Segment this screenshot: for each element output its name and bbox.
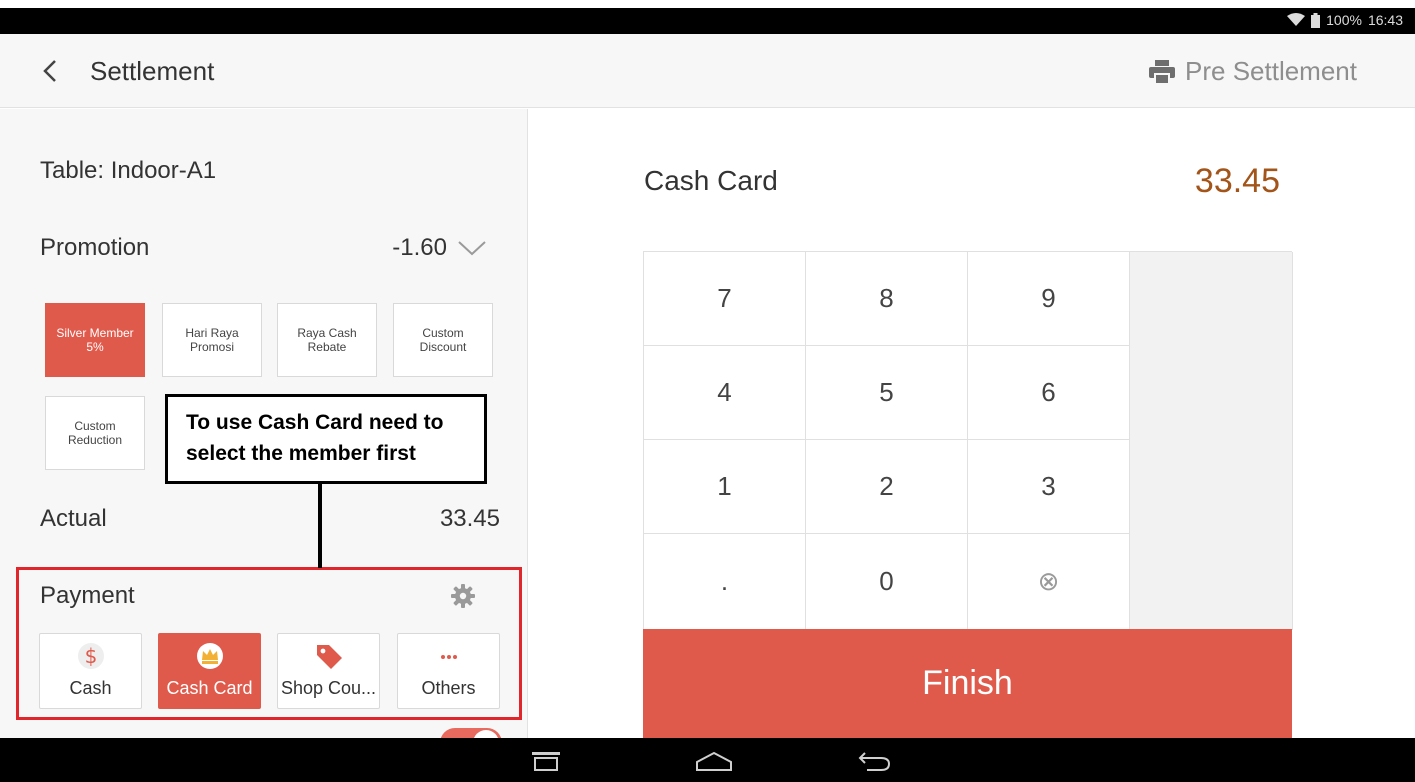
tag-icon: [278, 642, 379, 670]
key-2[interactable]: 2: [806, 440, 968, 534]
finish-button[interactable]: Finish: [643, 629, 1292, 738]
payment-shop-coupon-button[interactable]: Shop Cou...: [277, 633, 380, 709]
actual-value: 33.45: [439, 505, 500, 532]
numeric-keypad: 7 8 9 4 5 6 1 2 3 . 0 ⊗: [643, 251, 1293, 630]
chevron-down-icon: [458, 241, 486, 256]
payment-label-shop-coupon: Shop Cou...: [280, 678, 377, 698]
recent-apps-icon: [532, 752, 560, 771]
key-1[interactable]: 1: [644, 440, 806, 534]
promo-hari-raya[interactable]: Hari Raya Promosi: [162, 303, 262, 377]
promo-line2: Discount: [419, 340, 467, 354]
callout-connector: [318, 484, 322, 568]
home-icon: [696, 751, 732, 771]
home-button[interactable]: [692, 746, 736, 776]
promotion-value: -1.60: [392, 234, 447, 261]
nav-bar: [0, 738, 1415, 782]
back-nav-button[interactable]: [853, 746, 897, 776]
pre-settlement-button[interactable]: Pre Settlement: [1149, 56, 1357, 87]
battery-percent: 100%: [1326, 12, 1362, 28]
payment-label-cash: Cash: [69, 678, 112, 698]
promo-line1: Hari Raya: [185, 326, 239, 340]
payment-amount: 33.45: [1194, 162, 1280, 200]
promo-line2: 5%: [86, 340, 104, 354]
promo-line2: Reduction: [67, 433, 123, 447]
key-3[interactable]: 3: [968, 440, 1130, 534]
annotation-callout: To use Cash Card need to select the memb…: [165, 394, 487, 484]
table-value: Indoor-A1: [110, 157, 217, 184]
chevron-left-icon: [43, 60, 56, 82]
promotion-dropdown[interactable]: -1.60: [392, 234, 487, 262]
actual-label: Actual: [40, 505, 107, 532]
svg-text:$: $: [84, 644, 97, 668]
payment-others-button[interactable]: Others: [397, 633, 500, 709]
promo-line1: Raya Cash: [297, 326, 357, 340]
promo-line1: Custom: [74, 419, 116, 433]
key-6[interactable]: 6: [968, 346, 1130, 440]
status-bar: 100% 16:43: [0, 8, 1415, 34]
crown-icon: [159, 642, 260, 670]
app-header: Settlement Pre Settlement: [0, 34, 1415, 108]
payment-method-name: Cash Card: [644, 165, 778, 196]
page-title: Settlement: [90, 56, 215, 86]
top-strip: [0, 0, 1415, 8]
callout-line-2: select the member first: [186, 442, 416, 465]
table-row: Table: Indoor-A1: [40, 157, 216, 185]
key-9[interactable]: 9: [968, 252, 1130, 346]
clock: 16:43: [1367, 12, 1403, 28]
gear-icon[interactable]: [451, 584, 475, 608]
promo-line1: Silver Member: [56, 326, 134, 340]
back-button[interactable]: [36, 56, 66, 86]
payment-label: Payment: [40, 582, 135, 609]
key-8[interactable]: 8: [806, 252, 968, 346]
key-4[interactable]: 4: [644, 346, 806, 440]
battery-icon: [1311, 12, 1321, 28]
key-0[interactable]: 0: [806, 534, 968, 630]
pre-settlement-label: Pre Settlement: [1185, 56, 1357, 86]
promo-line1: Custom: [422, 326, 464, 340]
promotion-label: Promotion: [40, 234, 150, 261]
payment-label-cash-card: Cash Card: [166, 678, 253, 698]
payment-cash-card-button[interactable]: Cash Card: [158, 633, 261, 709]
wifi-icon: [1287, 13, 1306, 27]
key-decimal[interactable]: .: [644, 534, 806, 630]
key-backspace[interactable]: ⊗: [968, 534, 1130, 630]
payment-cash-button[interactable]: $ Cash: [39, 633, 142, 709]
recent-apps-button[interactable]: [524, 746, 568, 776]
promo-line2: Rebate: [307, 340, 347, 354]
promo-custom-reduction[interactable]: Custom Reduction: [45, 396, 145, 470]
keypad-side-column: [1130, 252, 1293, 630]
back-arrow-icon: [858, 752, 891, 771]
more-dots-icon: [398, 642, 499, 670]
status-indicators: 100% 16:43: [1287, 12, 1403, 28]
printer-icon: [1149, 59, 1176, 84]
key-5[interactable]: 5: [806, 346, 968, 440]
promo-raya-cash-rebate[interactable]: Raya Cash Rebate: [277, 303, 377, 377]
promo-line2: Promosi: [189, 340, 234, 354]
payment-label-others: Others: [421, 678, 476, 698]
table-label: Table:: [40, 157, 105, 184]
promo-custom-discount[interactable]: Custom Discount: [393, 303, 493, 377]
dollar-icon: $: [40, 642, 141, 670]
key-7[interactable]: 7: [644, 252, 806, 346]
callout-line-1: To use Cash Card need to: [186, 411, 444, 434]
promo-silver-member[interactable]: Silver Member 5%: [45, 303, 145, 377]
